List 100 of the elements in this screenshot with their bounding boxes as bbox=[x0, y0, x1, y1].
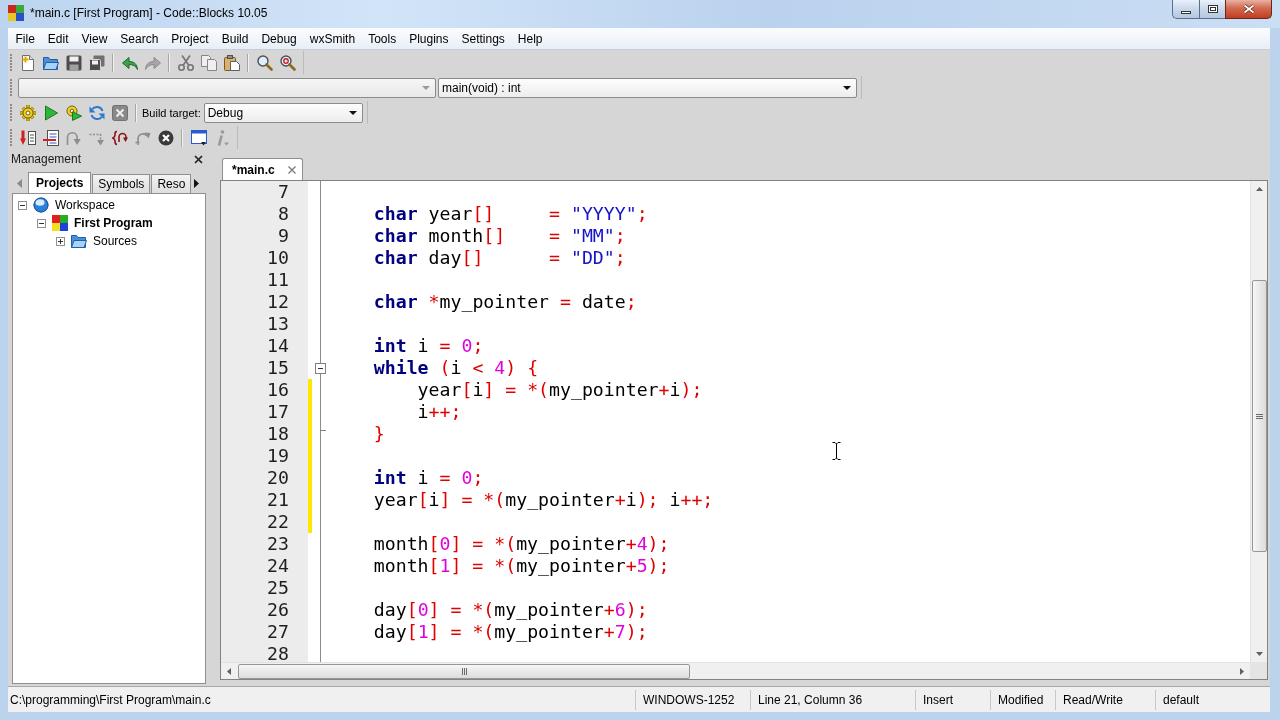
code-line: year[i] = *(my_pointer+i); bbox=[417, 379, 703, 400]
tree-item[interactable]: Workspace bbox=[53, 197, 117, 213]
panel-tab[interactable]: Reso bbox=[151, 174, 192, 193]
close-button[interactable] bbox=[1225, 0, 1272, 19]
down-arrow-icon[interactable] bbox=[1255, 652, 1263, 656]
code-line: day[0] = *(my_pointer+6); bbox=[373, 599, 648, 620]
minimize-button[interactable] bbox=[1172, 0, 1199, 19]
caret-icon bbox=[348, 110, 357, 115]
plus-box-icon[interactable] bbox=[56, 236, 65, 246]
code-line: while (i < 4) { bbox=[373, 357, 539, 378]
scroll-thumb[interactable] bbox=[1251, 280, 1267, 552]
code-line: char *my_pointer = date; bbox=[373, 291, 637, 312]
line-number: 12 bbox=[267, 291, 289, 312]
line-number: 24 bbox=[267, 555, 289, 576]
line-number: 19 bbox=[267, 445, 289, 466]
page-plus-icon[interactable] bbox=[19, 54, 36, 71]
line-number: 13 bbox=[267, 313, 289, 334]
clipboard-icon[interactable] bbox=[223, 54, 240, 71]
floppy-disks-icon[interactable] bbox=[88, 54, 105, 71]
search-icon[interactable] bbox=[256, 54, 273, 71]
left-arrow-icon[interactable] bbox=[17, 179, 22, 188]
search-replace-icon[interactable] bbox=[279, 54, 296, 71]
code-line: month[0] = *(my_pointer+4); bbox=[373, 533, 670, 554]
menu-item[interactable]: File bbox=[9, 28, 42, 49]
status-text: default bbox=[1163, 692, 1200, 707]
tree-item[interactable]: First Program bbox=[72, 215, 155, 231]
brace-arrow-icon[interactable] bbox=[111, 129, 128, 146]
caret-icon bbox=[422, 85, 430, 90]
right-arrow-icon[interactable] bbox=[194, 179, 200, 188]
line-number: 7 bbox=[278, 181, 289, 202]
editor-tab[interactable]: *main.c bbox=[222, 158, 303, 180]
code-line: i++; bbox=[417, 401, 462, 422]
gear-play-icon[interactable] bbox=[65, 104, 82, 121]
menu-item[interactable]: Tools bbox=[361, 28, 403, 49]
line-number: 23 bbox=[267, 533, 289, 554]
close-icon[interactable] bbox=[194, 154, 203, 164]
code-line: month[1] = *(my_pointer+5); bbox=[373, 555, 670, 576]
line-number: 9 bbox=[278, 225, 289, 246]
line-number: 20 bbox=[267, 467, 289, 488]
menu-item[interactable]: wxSmith bbox=[303, 28, 362, 49]
panel-title: Management bbox=[11, 152, 82, 166]
grip-handle[interactable] bbox=[10, 129, 12, 146]
function-dropdown[interactable]: main(void) : int bbox=[438, 77, 857, 98]
menu-item[interactable]: Edit bbox=[41, 28, 76, 49]
grip-lines-icon bbox=[1255, 413, 1263, 419]
grip-handle[interactable] bbox=[10, 54, 12, 71]
code-line: day[1] = *(my_pointer+7); bbox=[373, 621, 648, 642]
scrollbar-corner bbox=[1250, 662, 1267, 679]
panel-tab[interactable]: Projects bbox=[28, 172, 92, 193]
maximize-icon bbox=[1207, 5, 1218, 13]
build-target-dropdown[interactable]: Debug bbox=[203, 102, 363, 123]
grip-handle[interactable] bbox=[10, 79, 12, 96]
line-number: 17 bbox=[267, 401, 289, 422]
scroll-thumb[interactable] bbox=[238, 663, 690, 679]
menu-item[interactable]: Project bbox=[164, 28, 216, 49]
close-icon bbox=[1242, 4, 1255, 14]
line-number: 28 bbox=[267, 643, 289, 662]
status-text: WINDOWS-1252 bbox=[643, 692, 735, 707]
minus-box-icon[interactable] bbox=[315, 362, 326, 374]
undo-arrow-icon[interactable] bbox=[121, 54, 138, 71]
gear-icon[interactable] bbox=[19, 104, 36, 121]
horizontal-scrollbar[interactable] bbox=[221, 662, 1250, 679]
code-line: int i = 0; bbox=[373, 467, 484, 488]
line-number: 22 bbox=[267, 511, 289, 532]
line-number: 8 bbox=[278, 203, 289, 224]
line-number: 15 bbox=[267, 357, 289, 378]
code-line: char day[] = "DD"; bbox=[373, 247, 626, 268]
panel-tab[interactable]: Symbols bbox=[92, 174, 151, 193]
tree-item[interactable]: Sources bbox=[91, 233, 140, 249]
vertical-scrollbar[interactable] bbox=[1250, 181, 1267, 662]
line-number: 10 bbox=[267, 247, 289, 268]
play-icon[interactable] bbox=[42, 104, 59, 121]
minus-box-icon[interactable] bbox=[18, 200, 27, 210]
lined-document-icon[interactable] bbox=[42, 129, 59, 146]
minus-box-icon[interactable] bbox=[37, 218, 46, 228]
status-text: Modified bbox=[998, 692, 1044, 707]
scope-dropdown[interactable] bbox=[18, 77, 436, 98]
menu-item[interactable]: Plugins bbox=[402, 28, 455, 49]
menu-item[interactable]: View bbox=[75, 28, 114, 49]
circular-arrows-icon[interactable] bbox=[88, 104, 105, 121]
code-editor[interactable] bbox=[220, 180, 1268, 680]
grip-handle[interactable] bbox=[10, 104, 12, 121]
left-arrow-icon[interactable] bbox=[227, 667, 231, 675]
line-number: 16 bbox=[267, 379, 289, 400]
menu-item[interactable]: Build bbox=[215, 28, 255, 49]
maximize-button[interactable] bbox=[1199, 0, 1225, 19]
build-target-label: Build target: bbox=[142, 106, 201, 119]
window-icon[interactable] bbox=[190, 129, 207, 146]
menu-item[interactable]: Settings bbox=[455, 28, 512, 49]
arrow-document-icon[interactable] bbox=[19, 129, 36, 146]
menu-item[interactable]: Help bbox=[511, 28, 550, 49]
menu-item[interactable]: Search bbox=[113, 28, 165, 49]
line-number: 11 bbox=[267, 269, 289, 290]
menu-item[interactable]: Debug bbox=[254, 28, 304, 49]
squares-logo-icon bbox=[8, 5, 24, 21]
circle-x-icon[interactable] bbox=[157, 129, 174, 146]
line-number: 25 bbox=[267, 577, 289, 598]
up-arrow-icon[interactable] bbox=[1255, 187, 1263, 191]
right-arrow-icon[interactable] bbox=[1240, 667, 1244, 675]
folder-icon[interactable] bbox=[42, 54, 59, 71]
